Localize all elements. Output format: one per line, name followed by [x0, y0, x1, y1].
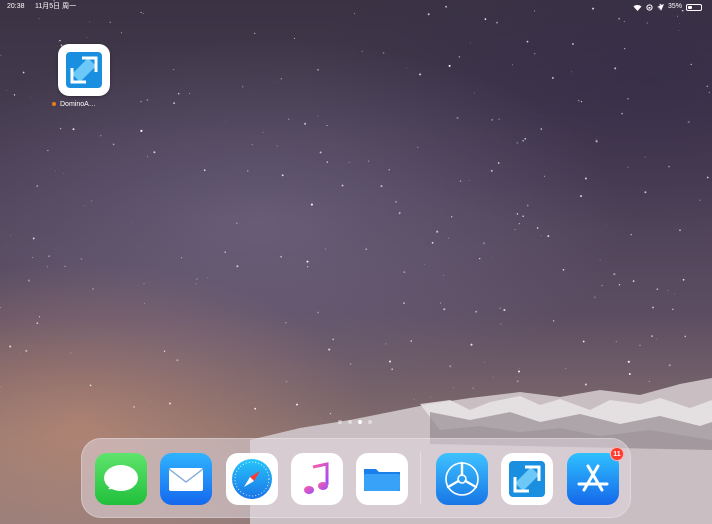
battery-percentage: 35%: [667, 3, 682, 10]
page-indicator[interactable]: [338, 420, 372, 424]
location-arrow-icon: [656, 3, 664, 11]
wifi-icon: [633, 4, 642, 11]
notification-badge: 11: [610, 447, 624, 461]
domino-app-icon[interactable]: [501, 453, 553, 505]
page-dot[interactable]: [358, 420, 362, 424]
status-indicators: 35%: [633, 0, 702, 14]
ipad-home-screen: 20:38 11月5日 周一 35% DominoA… 11: [0, 0, 712, 524]
battery-level: [688, 5, 693, 9]
music-icon[interactable]: [291, 453, 343, 505]
orientation-lock-icon: [646, 3, 653, 11]
domino-app-label[interactable]: DominoA…: [52, 100, 122, 110]
mail-icon[interactable]: [160, 453, 212, 505]
safari-icon[interactable]: [226, 453, 278, 505]
status-time: 20:38: [7, 3, 25, 10]
domino-app-name: DominoA…: [60, 101, 96, 108]
files-icon[interactable]: [356, 453, 408, 505]
page-dot[interactable]: [338, 420, 342, 424]
page-dot[interactable]: [348, 420, 352, 424]
page-dot[interactable]: [368, 420, 372, 424]
status-date: 11月5日 周一: [35, 3, 77, 10]
testflight-icon[interactable]: [436, 453, 488, 505]
update-dot: [52, 102, 56, 107]
messages-icon[interactable]: [95, 453, 147, 505]
battery-icon: [686, 3, 702, 11]
app-store-icon[interactable]: 11: [567, 447, 624, 505]
status-bar: 20:38 11月5日 周一 35%: [0, 0, 712, 14]
domino-app-icon[interactable]: [58, 44, 110, 96]
dock-separator: [420, 452, 421, 504]
